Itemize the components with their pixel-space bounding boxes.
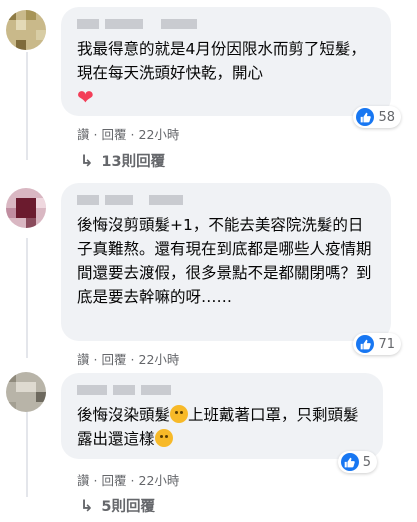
reaction-summary[interactable]: 71 — [353, 333, 401, 355]
view-replies-button[interactable]: ↳ 13則回覆 — [80, 150, 165, 171]
reaction-summary[interactable]: 58 — [353, 106, 401, 128]
reply-button[interactable]: 回覆 — [102, 352, 127, 367]
comment-bubble: 後悔沒剪頭髮+1，不能去美容院洗髮的日子真難熬。還有現在到底都是哪些人疫情期間還… — [61, 183, 401, 355]
reaction-count: 71 — [378, 336, 395, 352]
thread-line — [26, 52, 28, 160]
reply-button[interactable]: 回覆 — [102, 127, 127, 142]
thumbs-up-icon — [340, 453, 359, 471]
avatar[interactable] — [6, 188, 46, 228]
reply-arrow-icon: ↳ — [80, 496, 94, 515]
comment-actions: 讚 · 回覆 · 22小時 — [77, 127, 180, 142]
avatar[interactable] — [6, 10, 46, 50]
reaction-count: 5 — [362, 454, 371, 470]
timestamp[interactable]: 22小時 — [139, 127, 180, 142]
reply-arrow-icon: ↳ — [80, 151, 94, 170]
view-replies-button[interactable]: ↳ 5則回覆 — [80, 495, 155, 516]
thumbs-up-icon — [356, 108, 375, 126]
comment-bubble: 我最得意的就是4月份因限水而剪了短髮，現在每天洗頭好快乾，開心 ❤ 58 — [61, 7, 401, 128]
like-button[interactable]: 讚 — [77, 352, 90, 367]
comment-text: 後悔沒剪頭髮+1，不能去美容院洗髮的日子真難熬。還有現在到底都是哪些人疫情期間還… — [77, 216, 372, 306]
crying-face-icon — [170, 405, 189, 423]
reaction-summary[interactable]: 5 — [337, 451, 377, 473]
comment-text: 我最得意的就是4月份因限水而剪了短髮，現在每天洗頭好快乾，開心 — [77, 40, 366, 82]
timestamp[interactable]: 22小時 — [139, 473, 180, 488]
commenter-name[interactable] — [77, 383, 369, 397]
heart-emoji: ❤ — [77, 85, 94, 109]
thread-line — [26, 238, 28, 358]
reaction-count: 58 — [378, 109, 395, 125]
replies-label: 13則回覆 — [101, 154, 166, 170]
commenter-name[interactable] — [77, 17, 377, 31]
comment-actions: 讚 · 回覆 · 22小時 — [77, 473, 180, 488]
comment-text-part: 後悔沒染頭髮 — [77, 406, 171, 424]
reply-button[interactable]: 回覆 — [102, 473, 127, 488]
avatar[interactable] — [6, 372, 46, 412]
comment-text: 後悔沒染頭髮 上班戴著口罩，只剩頭髮露出還這樣 — [77, 403, 369, 451]
timestamp[interactable]: 22小時 — [139, 352, 180, 367]
like-button[interactable]: 讚 — [77, 127, 90, 142]
replies-label: 5則回覆 — [101, 499, 155, 515]
crying-face-icon — [154, 429, 173, 447]
thumbs-up-icon — [356, 335, 375, 353]
comment-actions: 讚 · 回覆 · 22小時 — [77, 352, 180, 367]
like-button[interactable]: 讚 — [77, 473, 90, 488]
thread-line — [26, 405, 28, 497]
comment-bubble: 後悔沒染頭髮 上班戴著口罩，只剩頭髮露出還這樣 5 — [61, 373, 383, 473]
commenter-name[interactable] — [77, 193, 377, 207]
